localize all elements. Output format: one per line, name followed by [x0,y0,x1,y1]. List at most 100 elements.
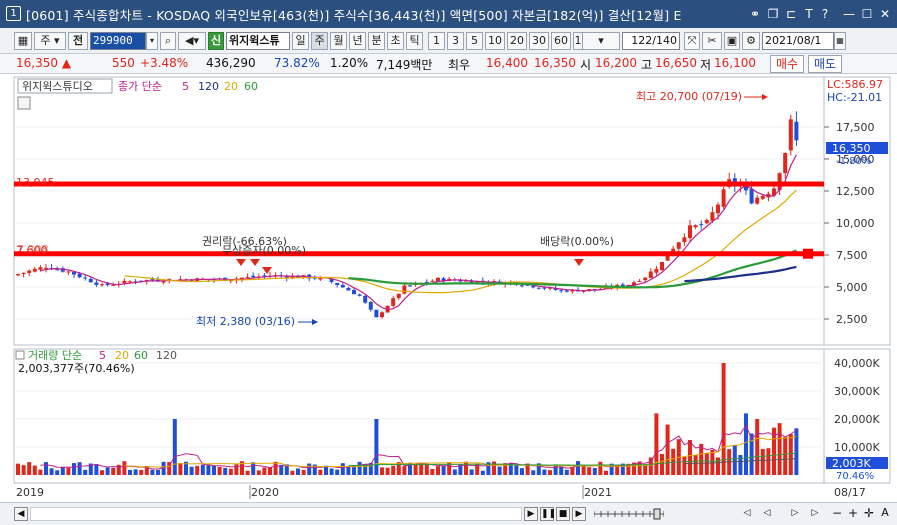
vol-ma-5: 5 [99,349,106,362]
interval-dropdown[interactable]: ▾ [582,32,620,50]
save-icon[interactable]: ▣ [724,32,740,50]
nav-icon[interactable]: ▷ [808,507,822,521]
stop-icon[interactable]: ■ [556,507,570,521]
move-icon[interactable]: ✛ [862,507,876,521]
candle-body [430,280,435,282]
interval-button[interactable]: 1 [428,32,445,50]
speaker-icon[interactable]: ◀▾ [178,32,206,50]
ma-60: 60 [244,80,258,93]
date-input[interactable]: 2021/08/1 [762,32,834,50]
candle-body [682,237,687,243]
candle-body [83,277,88,279]
search-icon[interactable]: ⌕ [160,32,176,50]
vol-ma-120: 120 [156,349,177,362]
volume-bar [217,466,222,475]
candle-body [346,287,351,291]
candle-body [660,261,664,271]
price-y-tick: 12,500 [836,185,875,198]
interval-button[interactable]: 20 [507,32,527,50]
interval-button[interactable]: 5 [466,32,483,50]
candle-body [699,224,704,226]
period-tab[interactable]: 주 [311,32,328,50]
play-icon[interactable]: ▶ [572,507,586,521]
chart-area[interactable]: 17,500 15,000 12,500 10,000 7,500 5,000 2,500 … [0,75,897,505]
tools-icon[interactable]: ✂ [702,32,722,50]
period-tab[interactable]: 년 [349,32,366,50]
volume-bar [128,469,132,475]
stock-name-field[interactable]: 위지윅스튜 [226,32,290,50]
volume-bar [716,457,720,475]
volume-current-tag-text: 2,003K [832,457,871,470]
nav-icon[interactable]: ◁ [740,507,754,521]
best-label: 최우 [448,58,471,72]
zoom-slider[interactable] [593,508,665,520]
candle-body [66,271,71,273]
nav-icon[interactable]: ◁ [760,507,774,521]
stock-code-input[interactable]: 299900 [90,32,146,50]
period-tab[interactable]: 분 [368,32,385,50]
volume-bar [760,448,765,475]
volume-y-tick: 20,000K [834,413,880,426]
chart-type-select[interactable]: 주 ▾ [34,32,66,50]
calendar-icon[interactable]: ▦ [834,32,846,50]
period-tab[interactable]: 틱 [406,32,423,50]
minimize-icon[interactable]: — [842,7,856,21]
turnover-pct: 73.82% [274,56,320,70]
interval-button[interactable]: 10 [485,32,505,50]
line-handle[interactable] [803,248,813,259]
settings-icon[interactable]: ⚙ [742,32,760,50]
ma-5: 5 [182,80,189,93]
volume-bar [413,464,418,475]
interval-button[interactable]: 60 [551,32,571,50]
interval-button[interactable]: 30 [529,32,549,50]
nav-icon[interactable]: ▷ [788,507,802,521]
pin-icon[interactable]: ⊏ [784,7,798,21]
candle-body [536,287,541,289]
scroll-right-icon[interactable]: ▶ [524,507,538,521]
volume-bar [228,468,233,475]
candle-body [755,197,760,204]
candle-body [352,290,356,295]
restore-icon[interactable]: ❐ [766,7,780,21]
font-size-icon[interactable]: T [802,7,816,21]
code-dropdown-icon[interactable]: ▾ [146,32,158,50]
period-tab[interactable]: 월 [330,32,347,50]
volume-bar [296,468,300,475]
maximize-icon[interactable]: ☐ [860,7,874,21]
volume-bar [105,467,110,475]
candle-body [38,267,43,270]
volume-legend-box[interactable] [15,350,25,360]
volume-bar [200,464,205,475]
link-icon[interactable]: ⚭ [748,7,762,21]
scroll-track[interactable] [30,507,522,521]
zoom-in-icon[interactable]: + [846,507,860,521]
volume-bar [464,461,468,475]
volume-bar [548,470,552,475]
jeon-button[interactable]: 전 [68,32,88,50]
price-y-tick: 10,000 [836,217,875,230]
volume-bar [514,464,519,475]
buy-button[interactable]: 매수 [770,55,804,73]
price-panel [13,76,825,346]
table-icon[interactable] [17,96,31,110]
free-issue-annotation: 무상증자(0.00%) [222,244,306,257]
stock-chart[interactable]: 17,50015,00012,50010,0007,5005,0002,500 … [0,75,897,503]
hc-value: HC:-21.01 [827,91,882,104]
grid-icon[interactable]: ▦ [14,32,32,50]
chart-line-icon[interactable]: ⤧ [684,32,700,50]
close-icon[interactable]: ✕ [878,7,892,21]
volume-bar [777,423,782,475]
volume-bar [38,469,43,475]
pause-icon[interactable]: ❚❚ [540,507,556,521]
volume-bar [615,465,620,475]
zoom-out-icon[interactable]: − [830,507,844,521]
scroll-left-icon[interactable]: ◀ [14,507,28,521]
credit-badge[interactable]: 신 [208,32,224,50]
font-icon[interactable]: A [878,507,892,521]
period-tab[interactable]: 일 [292,32,309,50]
help-icon[interactable]: ? [818,7,832,21]
period-tab[interactable]: 초 [387,32,404,50]
sell-button[interactable]: 매도 [808,55,842,73]
interval-button[interactable]: 3 [447,32,464,50]
volume-bar [452,469,457,475]
